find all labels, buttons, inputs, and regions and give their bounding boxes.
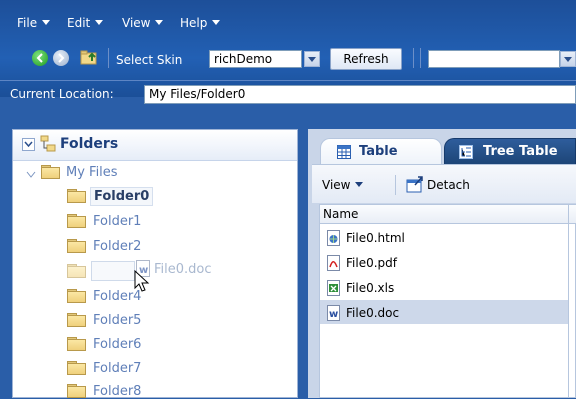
tree-item-folder6[interactable]: Folder6: [93, 337, 141, 352]
secondary-select[interactable]: [428, 50, 560, 68]
file-row-selected[interactable]: File0.doc: [346, 306, 399, 320]
menu-file[interactable]: File: [17, 16, 51, 30]
folder-icon: [67, 189, 86, 203]
detach-icon[interactable]: [406, 175, 424, 193]
pdf-file-icon: [327, 255, 341, 271]
divider: [0, 80, 576, 81]
select-skin-label: Select Skin: [116, 53, 183, 67]
html-file-icon: [327, 230, 341, 246]
forward-icon[interactable]: [53, 50, 69, 66]
detach-button[interactable]: Detach: [427, 178, 470, 192]
refresh-button[interactable]: Refresh: [330, 48, 402, 70]
folders-panel: Folders My Files Folder0 Folder1 Folder2…: [12, 129, 298, 399]
toolbar-divider: [108, 48, 109, 68]
file-row[interactable]: File0.pdf: [346, 256, 397, 270]
folder-icon: [67, 239, 86, 253]
tab-tree-table-label: Tree Table: [483, 144, 558, 159]
folder-icon: [67, 361, 86, 375]
secondary-dropdown-button[interactable]: [560, 51, 576, 67]
toolbar-divider: [420, 48, 421, 68]
skin-dropdown-button[interactable]: [304, 51, 320, 67]
current-location-label: Current Location:: [10, 87, 114, 101]
tree-item-folder2[interactable]: Folder2: [93, 239, 141, 254]
folder-icon: [67, 264, 86, 278]
excel-file-icon: [327, 280, 341, 296]
column-divider: [568, 205, 569, 398]
collapse-panel-icon[interactable]: [22, 138, 35, 151]
toolbar-divider: [395, 175, 396, 195]
expand-root-icon[interactable]: [26, 168, 36, 182]
svg-text:w: w: [329, 309, 338, 320]
word-file-icon: w: [327, 305, 341, 321]
tree-item-folder0[interactable]: Folder0: [90, 187, 154, 206]
folder-tree-icon: [40, 135, 56, 153]
tree-item-folder8[interactable]: Folder8: [93, 384, 141, 399]
current-location-field[interactable]: My Files/Folder0: [144, 85, 576, 104]
drag-target-box: [91, 261, 135, 281]
file-row[interactable]: File0.xls: [346, 281, 394, 295]
menu-edit[interactable]: Edit: [67, 16, 104, 30]
tree-item-folder7[interactable]: Folder7: [93, 361, 141, 376]
folder-up-icon[interactable]: [80, 49, 98, 65]
folder-icon: [67, 337, 86, 351]
table-icon: [337, 145, 351, 163]
skin-select[interactable]: richDemo: [209, 50, 302, 68]
tab-table-label: Table: [359, 144, 398, 159]
tree-root-my-files[interactable]: My Files: [66, 165, 118, 180]
back-icon[interactable]: [32, 50, 48, 66]
tree-item-folder5[interactable]: Folder5: [93, 313, 141, 328]
tree-item-folder4[interactable]: Folder4: [93, 289, 141, 304]
file-row[interactable]: File0.html: [346, 231, 405, 245]
folder-icon: [67, 289, 86, 303]
column-header-name[interactable]: Name: [323, 207, 358, 221]
folders-title: Folders: [60, 136, 119, 152]
tree-table-icon: [459, 145, 473, 163]
folder-icon: [41, 165, 60, 179]
tab-table[interactable]: Table: [320, 138, 442, 164]
view-menu[interactable]: View: [322, 178, 364, 192]
drag-file-label: File0.doc: [154, 262, 212, 277]
tree-item-folder1[interactable]: Folder1: [93, 214, 141, 229]
menu-help[interactable]: Help: [180, 16, 221, 30]
folder-icon: [67, 384, 86, 398]
toolbar-divider: [413, 48, 414, 68]
folder-icon: [67, 214, 86, 228]
tab-tree-table[interactable]: Tree Table: [444, 138, 576, 164]
folder-icon: [67, 313, 86, 327]
menu-view[interactable]: View: [122, 16, 164, 30]
